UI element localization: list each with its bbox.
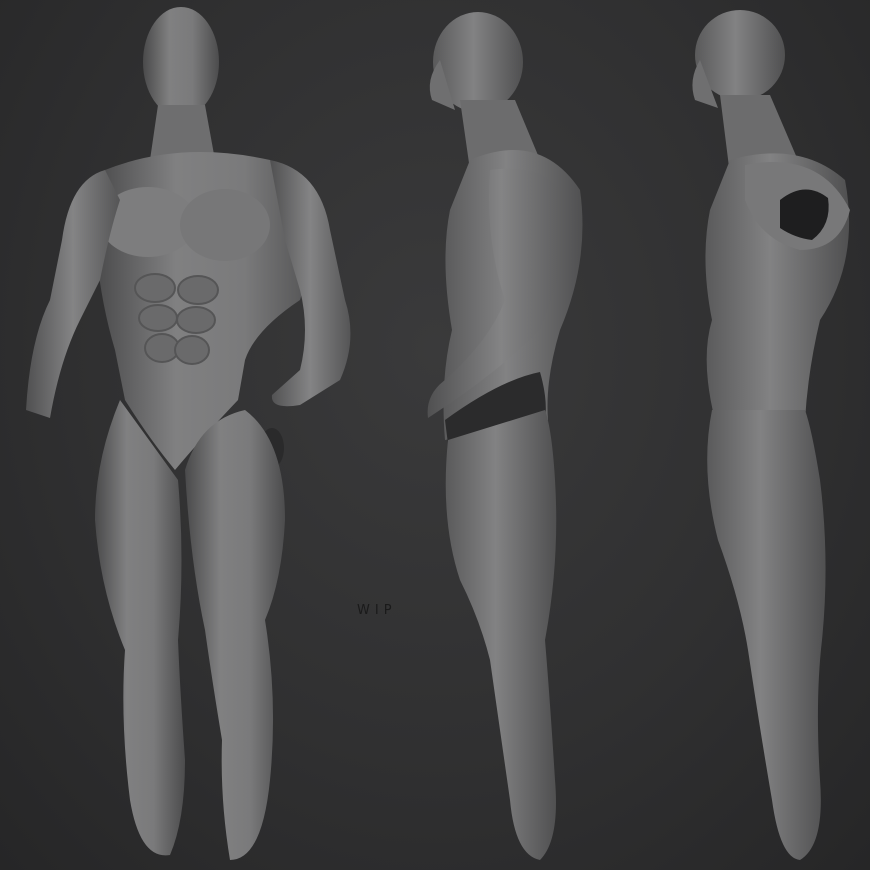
side-view-figure [427, 12, 583, 860]
front-head [143, 7, 219, 117]
side-leg [445, 410, 557, 860]
figures-svg [26, 7, 850, 860]
front-neck [150, 105, 215, 160]
wip-label: WIP [357, 603, 397, 618]
back-leg [707, 410, 826, 860]
front-left-leg [95, 400, 185, 856]
back-side-view-figure [692, 10, 850, 860]
front-view-figure [26, 7, 351, 860]
front-right-leg [185, 410, 285, 860]
front-pec-right [180, 189, 270, 261]
sculpt-render-canvas: WIP [0, 0, 870, 870]
